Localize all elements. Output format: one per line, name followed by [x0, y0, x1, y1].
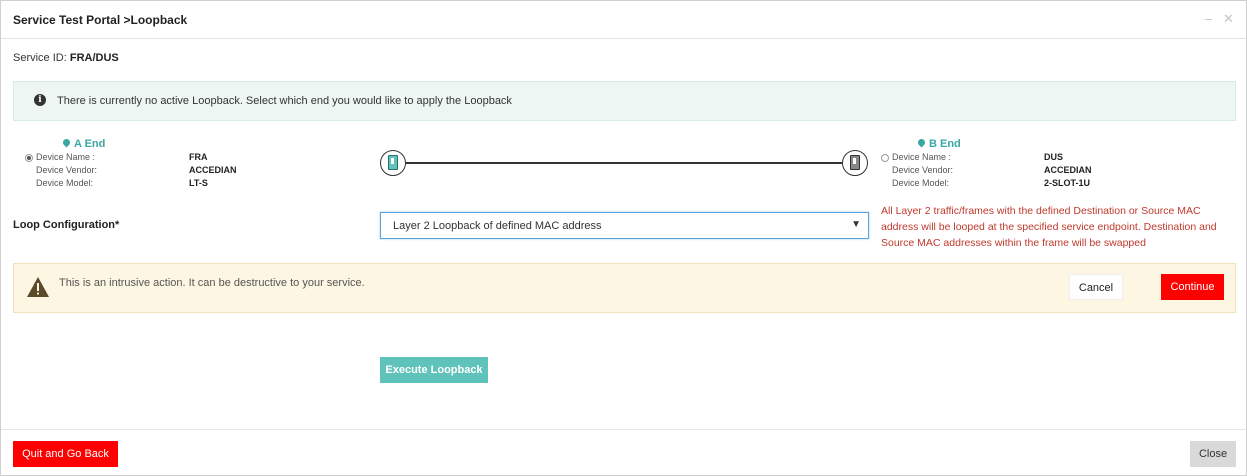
a-end-name-label: Device Name : — [36, 152, 96, 162]
a-end-title: A End — [61, 137, 106, 150]
a-end-vendor: ACCEDIAN — [189, 165, 237, 175]
loop-config-label: Loop Configuration* — [13, 219, 120, 231]
device-icon — [850, 155, 860, 170]
minimize-icon[interactable]: ‒ — [1205, 12, 1212, 26]
dialog-title: Service Test Portal >Loopback — [13, 13, 188, 27]
service-id-label: Service ID: — [13, 52, 67, 64]
b-end-device-icon — [842, 150, 868, 176]
a-end-title-text: A End — [74, 138, 106, 150]
warning-banner: This is an intrusive action. It can be d… — [13, 263, 1236, 313]
b-end-title-text: B End — [929, 138, 961, 150]
a-end-name: FRA — [189, 152, 208, 162]
a-end-model: LT-S — [189, 178, 208, 188]
chevron-down-icon: ▼ — [851, 219, 861, 230]
b-end-model-label: Device Model: — [892, 178, 950, 188]
loop-config-value: Layer 2 Loopback of defined MAC address — [393, 220, 602, 232]
close-icon[interactable]: ✕ — [1223, 12, 1234, 26]
b-end-vendor-label: Device Vendor: — [892, 165, 954, 175]
info-text: There is currently no active Loopback. S… — [57, 95, 512, 107]
info-banner: i There is currently no active Loopback.… — [13, 81, 1236, 121]
close-button[interactable]: Close — [1190, 441, 1236, 467]
quit-button[interactable]: Quit and Go Back — [13, 441, 118, 467]
a-end-model-label: Device Model: — [36, 178, 94, 188]
footer-divider — [1, 429, 1246, 430]
a-end-vendor-label: Device Vendor: — [36, 165, 98, 175]
execute-loopback-button[interactable]: Execute Loopback — [380, 357, 488, 383]
service-id: Service ID: FRA/DUS — [13, 52, 119, 64]
map-pin-icon — [61, 137, 72, 148]
warning-text: This is an intrusive action. It can be d… — [59, 277, 365, 289]
title-bar: Service Test Portal >Loopback ‒ ✕ — [1, 1, 1246, 39]
b-end-model: 2-SLOT-1U — [1044, 178, 1091, 188]
continue-button[interactable]: Continue — [1161, 274, 1224, 300]
warning-icon — [27, 277, 49, 297]
b-end-radio[interactable] — [881, 154, 889, 162]
loop-config-description: All Layer 2 traffic/frames with the defi… — [881, 205, 1217, 249]
loopback-dialog: Service Test Portal >Loopback ‒ ✕ Servic… — [0, 0, 1247, 476]
cancel-button[interactable]: Cancel — [1069, 274, 1123, 300]
info-icon: i — [34, 94, 46, 106]
loop-config-select[interactable]: Layer 2 Loopback of defined MAC address … — [380, 212, 869, 239]
b-end-name: DUS — [1044, 152, 1064, 162]
b-end-title: B End — [916, 137, 961, 150]
map-pin-icon — [916, 137, 927, 148]
a-end-device-icon — [380, 150, 406, 176]
b-end-name-label: Device Name : — [892, 152, 952, 162]
a-end-radio[interactable] — [25, 154, 33, 162]
connection-line — [406, 162, 842, 164]
device-icon — [388, 155, 398, 170]
b-end-vendor: ACCEDIAN — [1044, 165, 1092, 175]
service-id-value: FRA/DUS — [69, 52, 119, 64]
